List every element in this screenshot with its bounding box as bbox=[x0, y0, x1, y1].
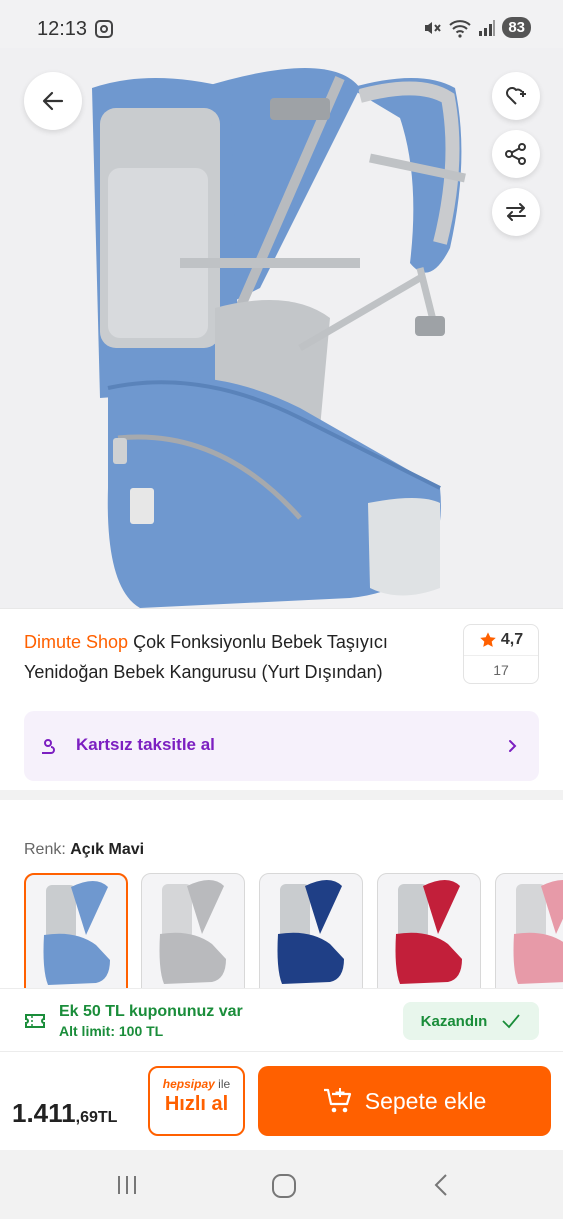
status-bar: 12:13 83 bbox=[0, 0, 563, 48]
carrier-thumbnail bbox=[513, 880, 563, 984]
instagram-icon bbox=[95, 20, 113, 38]
quick-buy-suffix: ile bbox=[218, 1077, 231, 1091]
carrier-thumbnail bbox=[43, 881, 110, 985]
wifi-icon bbox=[449, 19, 471, 38]
coupon-title: Ek 50 TL kuponunuz var bbox=[59, 1003, 243, 1020]
shop-link[interactable]: Dimute Shop bbox=[24, 632, 128, 652]
add-to-cart-button[interactable]: Sepete ekle bbox=[258, 1066, 551, 1136]
purchase-bar: 1.411,69TL hepsipay ile Hızlı al Sepete … bbox=[0, 1052, 563, 1150]
color-variants: Renk: Açık Mavi bbox=[0, 800, 563, 988]
back-button[interactable] bbox=[24, 72, 82, 130]
product-detail-screen: 12:13 83 Dimute Shop Çok Fonksiyonlu Beb… bbox=[0, 0, 563, 1219]
carrier-thumbnail bbox=[395, 880, 462, 984]
compare-button[interactable] bbox=[492, 188, 540, 236]
recent-apps-icon[interactable] bbox=[114, 1172, 140, 1198]
product-image-gallery[interactable] bbox=[0, 48, 563, 608]
coupon-limit: Alt limit: 100 TL bbox=[59, 1023, 164, 1039]
battery-indicator: 83 bbox=[502, 17, 531, 38]
color-swatch-light-blue[interactable] bbox=[24, 873, 128, 988]
signal-icon bbox=[479, 19, 496, 36]
rating-value: 4,7 bbox=[500, 631, 524, 648]
coupon-status: Kazandın bbox=[420, 1012, 488, 1030]
add-to-cart-label: Sepete ekle bbox=[364, 1087, 487, 1114]
color-swatch-grey[interactable] bbox=[141, 873, 245, 988]
compare-icon bbox=[506, 203, 526, 221]
hepsipay-logo: hepsipay bbox=[162, 1077, 215, 1091]
home-icon[interactable] bbox=[270, 1172, 298, 1200]
price-main: 1.411 bbox=[12, 1098, 76, 1128]
color-swatch-pink[interactable] bbox=[495, 873, 563, 988]
mute-icon bbox=[425, 21, 442, 34]
product-info: Dimute Shop Çok Fonksiyonlu Bebek Taşıyı… bbox=[0, 608, 563, 790]
back-arrow-icon bbox=[42, 91, 64, 111]
coupon-ticket-icon bbox=[25, 1014, 45, 1028]
share-icon bbox=[505, 143, 526, 165]
star-icon bbox=[480, 632, 496, 647]
installment-banner[interactable]: Kartsız taksitle al bbox=[24, 711, 539, 781]
quick-buy-button[interactable]: hepsipay ile Hızlı al bbox=[148, 1066, 245, 1136]
product-title: Dimute Shop Çok Fonksiyonlu Bebek Taşıyı… bbox=[24, 627, 454, 687]
status-time: 12:13 bbox=[37, 18, 88, 40]
carrier-thumbnail bbox=[159, 880, 226, 984]
cart-plus-icon bbox=[323, 1088, 351, 1113]
installment-label: Kartsız taksitle al bbox=[76, 735, 215, 754]
status-icons: 83 bbox=[422, 17, 531, 38]
coupon-banner[interactable]: Ek 50 TL kuponunuz var Alt limit: 100 TL… bbox=[0, 988, 563, 1052]
selected-color: Açık Mavi bbox=[70, 841, 145, 858]
review-count: 17 bbox=[464, 655, 538, 684]
rating-box[interactable]: 4,7 17 bbox=[463, 624, 539, 684]
favorite-list-icon bbox=[506, 87, 526, 105]
color-label-prefix: Renk: bbox=[24, 841, 66, 858]
system-back-icon[interactable] bbox=[430, 1172, 454, 1198]
rating-score: 4,7 bbox=[464, 625, 538, 655]
price: 1.411,69TL bbox=[12, 1098, 117, 1129]
quick-buy-caption: hepsipay ile bbox=[150, 1077, 243, 1091]
product-image bbox=[92, 68, 466, 608]
installment-icon bbox=[42, 739, 55, 754]
system-nav-bar bbox=[0, 1150, 563, 1219]
price-cents: ,69TL bbox=[75, 1109, 118, 1126]
carrier-thumbnail bbox=[277, 880, 344, 984]
check-icon bbox=[502, 1014, 521, 1029]
coupon-won-badge[interactable]: Kazandın bbox=[403, 1002, 539, 1040]
color-swatch-navy[interactable] bbox=[259, 873, 363, 988]
quick-buy-label: Hızlı al bbox=[164, 1093, 229, 1115]
color-label: Renk: Açık Mavi bbox=[24, 841, 144, 859]
share-button[interactable] bbox=[492, 130, 540, 178]
chevron-right-icon bbox=[509, 740, 517, 752]
add-to-list-button[interactable] bbox=[492, 72, 540, 120]
section-divider bbox=[0, 790, 563, 800]
color-swatch-red[interactable] bbox=[377, 873, 481, 988]
